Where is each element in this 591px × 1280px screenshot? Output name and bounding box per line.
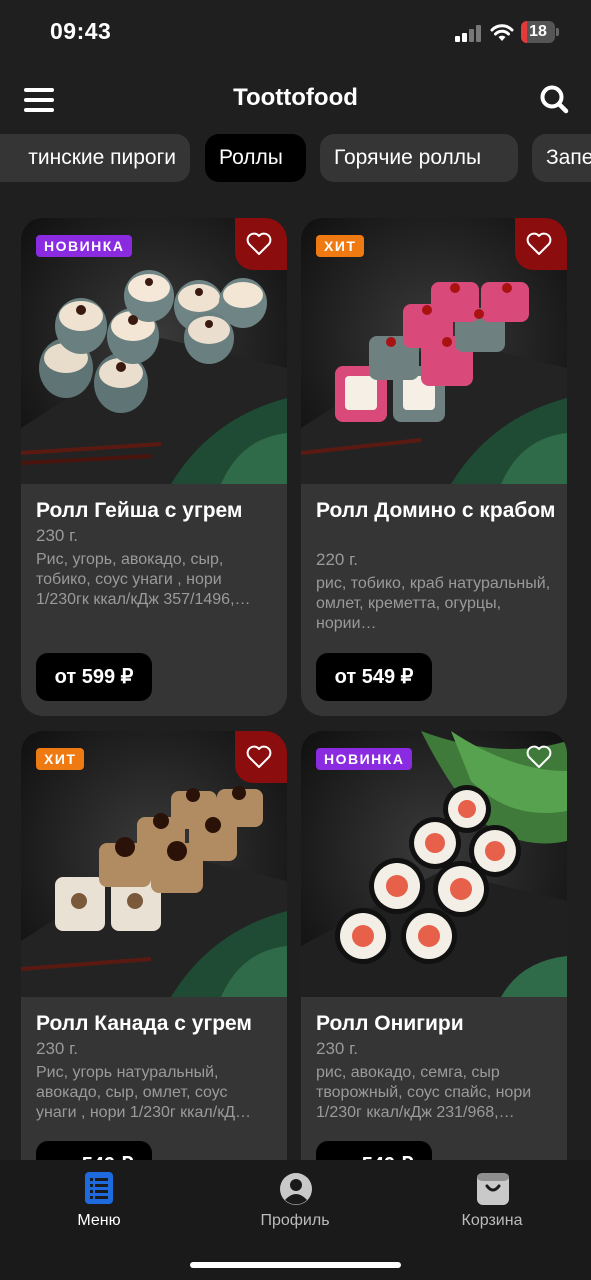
- tab-baked[interactable]: Запе: [532, 134, 591, 182]
- price-button[interactable]: от 549 ₽: [316, 653, 432, 701]
- product-description: рис, авокадо, семга, сыр творожный, соус…: [316, 1064, 532, 1121]
- nav-profile[interactable]: Профиль: [225, 1172, 365, 1230]
- heart-icon: [526, 232, 552, 255]
- product-weight: 230 г.: [316, 1039, 358, 1058]
- product-card[interactable]: ХИТ Ролл Канада с угрем 230 г. Рис, угор…: [21, 731, 287, 1191]
- profile-icon: [279, 1172, 312, 1205]
- app-header: Toottofood: [0, 72, 591, 126]
- favorite-button[interactable]: [235, 731, 287, 783]
- price-button[interactable]: от 599 ₽: [36, 653, 152, 701]
- wifi-icon: [490, 24, 514, 41]
- badge-hit: ХИТ: [36, 748, 85, 770]
- product-weight: 230 г.: [36, 1039, 78, 1058]
- badge-hit: ХИТ: [316, 235, 365, 257]
- product-description: Рис, угорь, авокадо, сыр, тобико, соус у…: [36, 551, 251, 608]
- product-card[interactable]: НОВИНКА Ролл Онигири 230 г. рис, авокадо…: [301, 731, 567, 1191]
- tab-rolls[interactable]: Роллы: [205, 134, 306, 182]
- product-card[interactable]: ХИТ Ролл Домино с крабом 220 г. рис, тоб…: [301, 218, 567, 716]
- product-description: Рис, угорь натуральный, авокадо, сыр, ом…: [36, 1064, 252, 1121]
- menu-list-icon: [83, 1172, 115, 1204]
- favorite-button[interactable]: [515, 218, 567, 270]
- category-tabs: тинские пироги Роллы Горячие роллы Запе: [0, 134, 591, 184]
- product-name: Ролл Онигири: [316, 1012, 464, 1035]
- heart-icon: [246, 232, 272, 255]
- product-weight: 230 г.: [36, 526, 78, 545]
- product-image: НОВИНКА: [301, 731, 567, 997]
- status-time: 09:43: [50, 18, 112, 44]
- home-indicator: [190, 1262, 401, 1268]
- status-bar: 09:43 18: [0, 0, 591, 64]
- tab-pies[interactable]: тинские пироги: [0, 134, 190, 182]
- app-title: Toottofood: [233, 84, 358, 111]
- nav-cart-label: Корзина: [461, 1212, 523, 1229]
- product-description: рис, тобико, краб натуральный, омлет, кр…: [316, 575, 551, 632]
- product-image: ХИТ: [21, 731, 287, 997]
- battery-icon: 18: [521, 21, 559, 43]
- cellular-signal-icon: [455, 24, 483, 42]
- badge-new: НОВИНКА: [316, 748, 413, 770]
- battery-level: 18: [529, 23, 547, 40]
- product-name: Ролл Гейша с угрем: [36, 499, 243, 522]
- search-icon[interactable]: [539, 84, 569, 114]
- product-image: НОВИНКА: [21, 218, 287, 484]
- heart-icon: [246, 745, 272, 768]
- product-name: Ролл Канада с угрем: [36, 1012, 252, 1035]
- nav-menu[interactable]: Меню: [29, 1172, 169, 1230]
- favorite-button[interactable]: [235, 218, 287, 270]
- product-name: Ролл Домино с крабом: [316, 499, 556, 522]
- cart-bag-icon: [476, 1172, 509, 1205]
- badge-new: НОВИНКА: [36, 235, 133, 257]
- product-weight: 220 г.: [316, 550, 358, 569]
- tab-hot-rolls[interactable]: Горячие роллы: [320, 134, 518, 182]
- nav-cart[interactable]: Корзина: [422, 1172, 562, 1230]
- product-image: ХИТ: [301, 218, 567, 484]
- product-card[interactable]: НОВИНКА Ролл Гейша с угрем 230 г. Рис, у…: [21, 218, 287, 716]
- nav-profile-label: Профиль: [260, 1212, 330, 1229]
- heart-icon: [526, 745, 552, 768]
- favorite-button[interactable]: [515, 731, 567, 783]
- nav-menu-label: Меню: [77, 1212, 121, 1229]
